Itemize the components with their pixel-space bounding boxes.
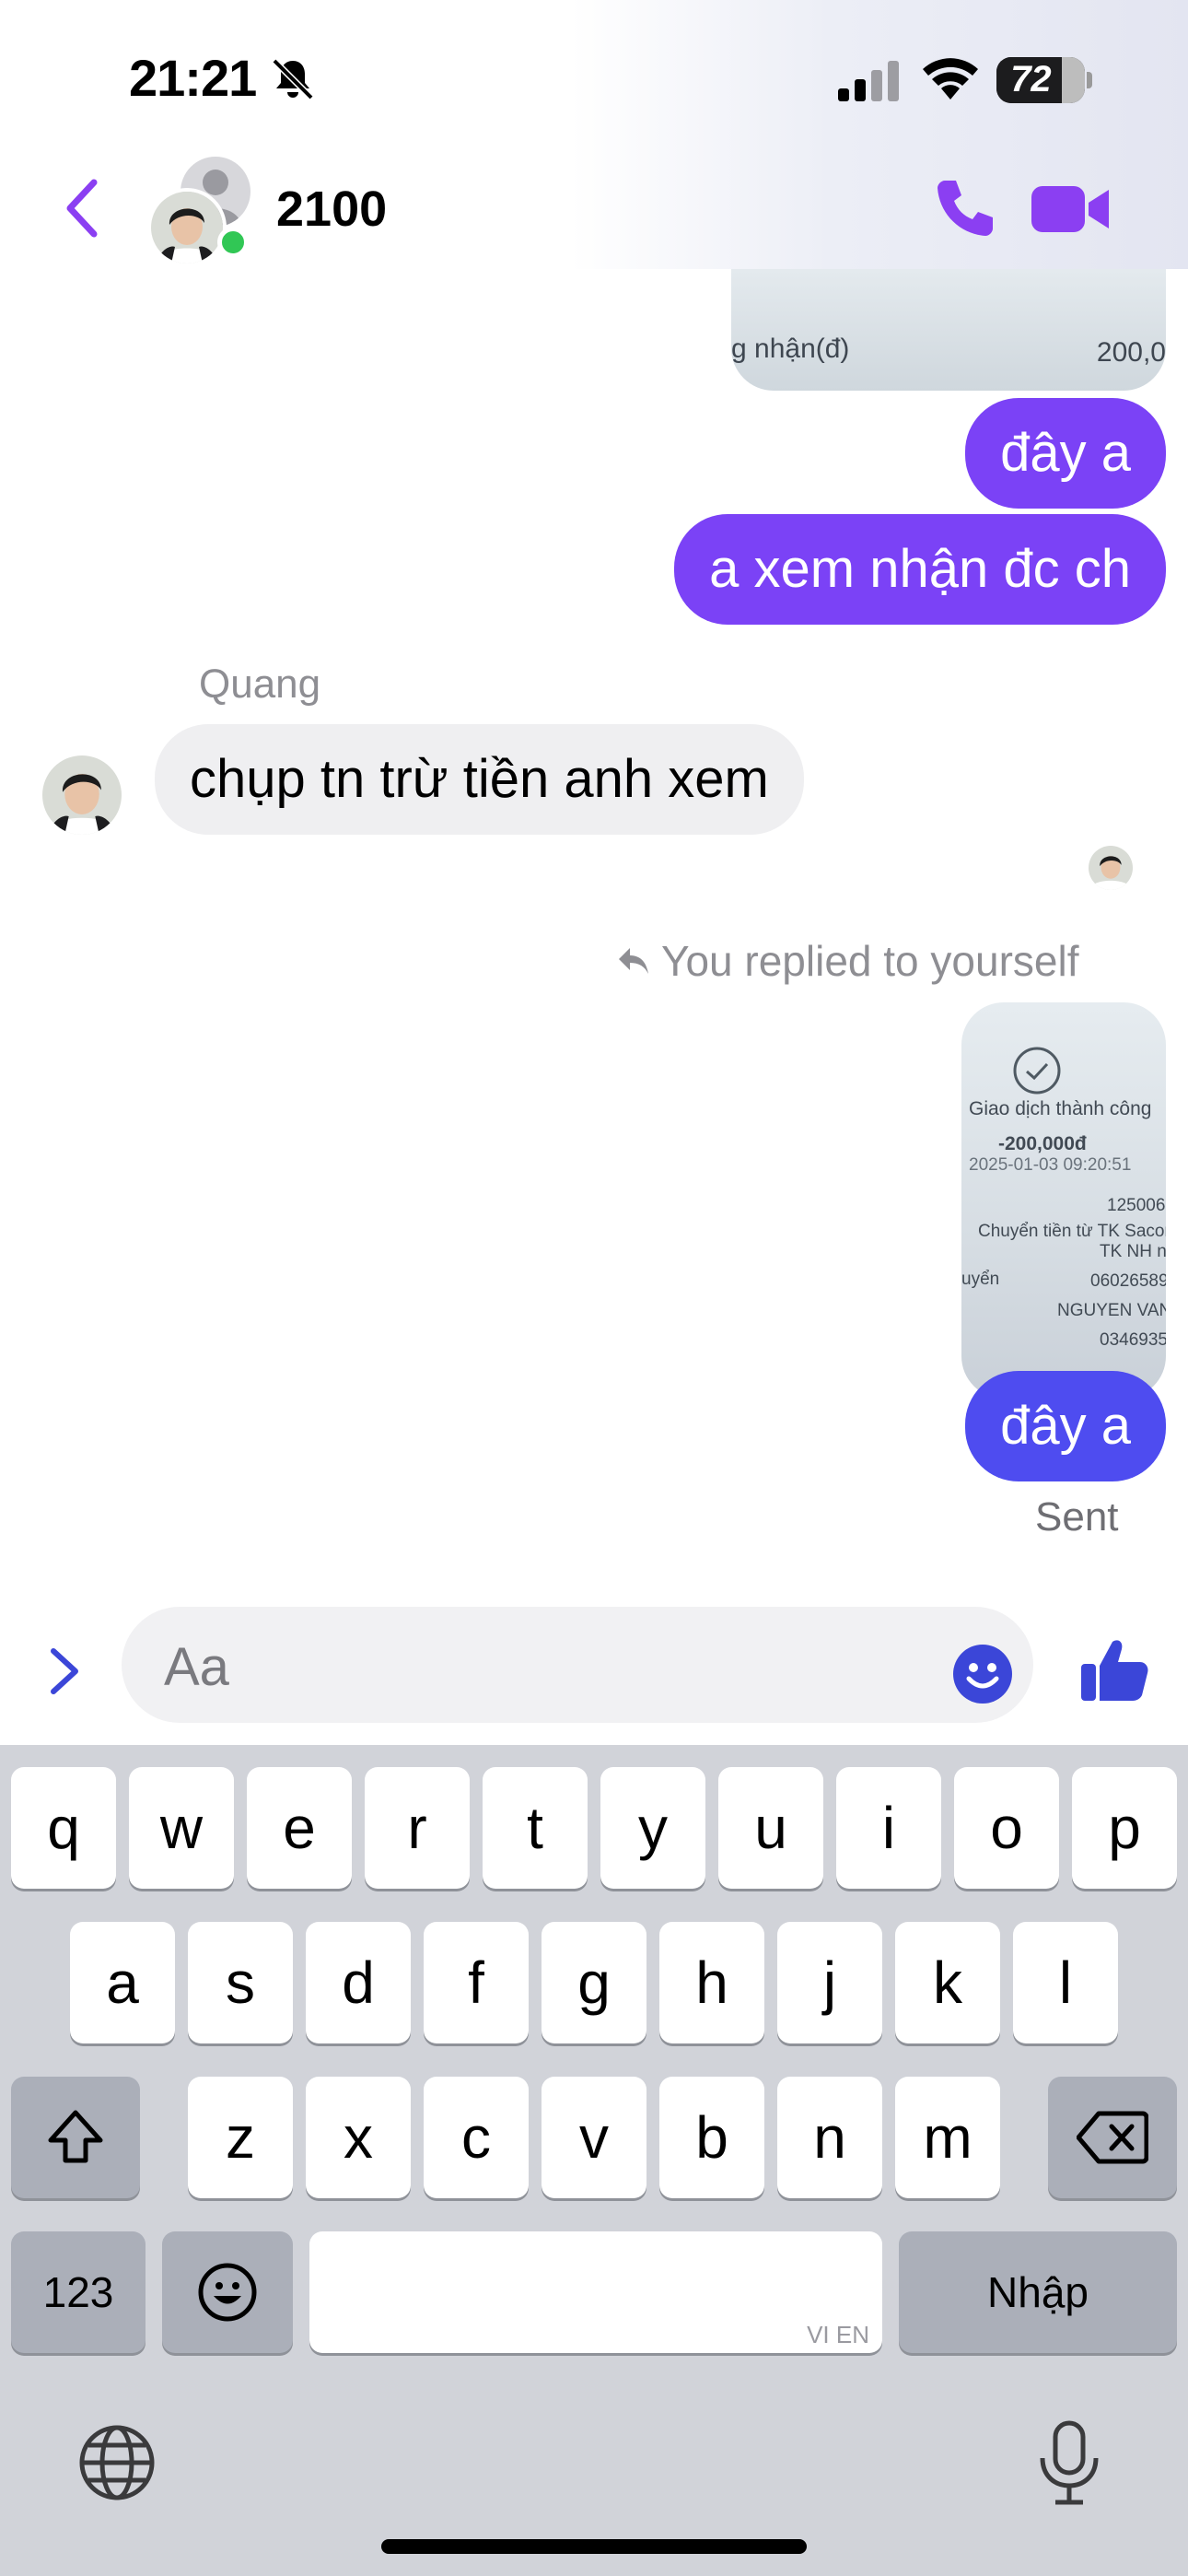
avatar-image [151, 192, 223, 263]
online-status-dot [217, 227, 249, 258]
phone-call-icon[interactable] [932, 175, 998, 241]
key-o[interactable]: o [954, 1767, 1059, 1889]
message-status: Sent [1035, 1494, 1119, 1540]
emoji-key[interactable] [162, 2231, 293, 2353]
receipt-reference: 1250067 [1107, 1196, 1166, 1215]
sender-avatar[interactable] [42, 755, 122, 835]
key-r[interactable]: r [365, 1767, 470, 1889]
outgoing-message[interactable]: đây a [965, 1371, 1166, 1481]
battery-indicator: 72 [996, 57, 1085, 103]
key-u[interactable]: u [718, 1767, 823, 1889]
emoji-icon[interactable] [952, 1644, 1013, 1704]
home-indicator [381, 2539, 807, 2554]
backspace-icon [1076, 2111, 1149, 2164]
key-s[interactable]: s [188, 1922, 293, 2043]
reply-arrow-icon [619, 948, 648, 974]
message-input[interactable] [122, 1607, 1033, 1723]
status-time: 21:21 [129, 49, 257, 107]
key-b[interactable]: b [659, 2077, 764, 2198]
check-circle-icon [1013, 1047, 1061, 1095]
outgoing-message[interactable]: a xem nhận đc ch [674, 514, 1166, 625]
wifi-icon [923, 58, 978, 100]
expand-chevron-icon[interactable] [44, 1644, 85, 1699]
thumbs-up-icon[interactable] [1079, 1634, 1149, 1704]
key-q[interactable]: q [11, 1767, 116, 1889]
return-key[interactable]: Nhập [899, 2231, 1177, 2353]
receipt-phone: 0346935 [1100, 1330, 1166, 1350]
key-e[interactable]: e [247, 1767, 352, 1889]
avatar-image [1089, 846, 1133, 890]
avatar-image [42, 755, 122, 835]
bell-muted-icon [272, 58, 314, 100]
language-hint: VI EN [807, 2321, 869, 2348]
group-avatar-photo[interactable] [147, 188, 227, 267]
key-l[interactable]: l [1013, 1922, 1118, 2043]
receipt-description-2: TK NH nội [1100, 1242, 1166, 1261]
shift-arrow-icon [48, 2110, 103, 2163]
image-text-left: g nhận(đ) [731, 334, 850, 364]
key-p[interactable]: p [1072, 1767, 1177, 1889]
receipt-title: Giao dịch thành công [969, 1098, 1152, 1119]
emoji-smile-icon [198, 2263, 257, 2322]
key-f[interactable]: f [424, 1922, 529, 2043]
key-h[interactable]: h [659, 1922, 764, 2043]
key-d[interactable]: d [306, 1922, 411, 2043]
cellular-signal-icon [838, 61, 899, 101]
key-t[interactable]: t [483, 1767, 588, 1889]
key-k[interactable]: k [895, 1922, 1000, 2043]
receipt-description: Chuyển tiền từ TK Sacombank [978, 1222, 1166, 1241]
globe-icon[interactable] [77, 2423, 157, 2502]
reply-indicator-text: You replied to yourself [661, 937, 1079, 985]
message-input-placeholder[interactable]: Aa [164, 1636, 229, 1698]
key-m[interactable]: m [895, 2077, 1000, 2198]
key-v[interactable]: v [542, 2077, 646, 2198]
key-w[interactable]: w [129, 1767, 234, 1889]
image-text-right: 200,0 [1096, 337, 1166, 368]
shared-image-partial[interactable]: g nhận(đ) 200,0 [731, 269, 1166, 391]
back-chevron-icon[interactable] [59, 175, 105, 241]
receipt-image[interactable]: Giao dịch thành công -200,000đ 2025-01-0… [961, 1002, 1166, 1399]
delete-key[interactable] [1048, 2077, 1177, 2198]
key-g[interactable]: g [542, 1922, 646, 2043]
key-i[interactable]: i [836, 1767, 941, 1889]
key-x[interactable]: x [306, 2077, 411, 2198]
key-j[interactable]: j [777, 1922, 882, 2043]
microphone-icon[interactable] [1035, 2419, 1103, 2508]
receipt-datetime: 2025-01-03 09:20:51 [969, 1155, 1132, 1175]
chat-title[interactable]: 2100 [276, 181, 387, 238]
key-z[interactable]: z [188, 2077, 293, 2198]
video-call-icon[interactable] [1031, 182, 1111, 236]
battery-tip [1087, 72, 1092, 88]
receipt-account: 0602658921 [1090, 1271, 1166, 1291]
shift-key[interactable] [11, 2077, 140, 2198]
seen-receipt-avatar [1089, 846, 1133, 890]
incoming-message[interactable]: chụp tn trừ tiền anh xem [155, 724, 804, 835]
key-y[interactable]: y [600, 1767, 705, 1889]
receipt-name: NGUYEN VAN LO [1057, 1301, 1166, 1320]
space-key[interactable]: VI EN [309, 2231, 882, 2353]
reply-indicator: You replied to yourself [617, 936, 1079, 986]
key-a[interactable]: a [70, 1922, 175, 2043]
receipt-label: uyển [961, 1270, 1000, 1289]
key-c[interactable]: c [424, 2077, 529, 2198]
receipt-amount: -200,000đ [998, 1133, 1087, 1154]
key-n[interactable]: n [777, 2077, 882, 2198]
sender-name: Quang [199, 662, 321, 707]
outgoing-message[interactable]: đây a [965, 398, 1166, 509]
battery-percent: 72 [1010, 59, 1052, 100]
numbers-key[interactable]: 123 [11, 2231, 146, 2353]
